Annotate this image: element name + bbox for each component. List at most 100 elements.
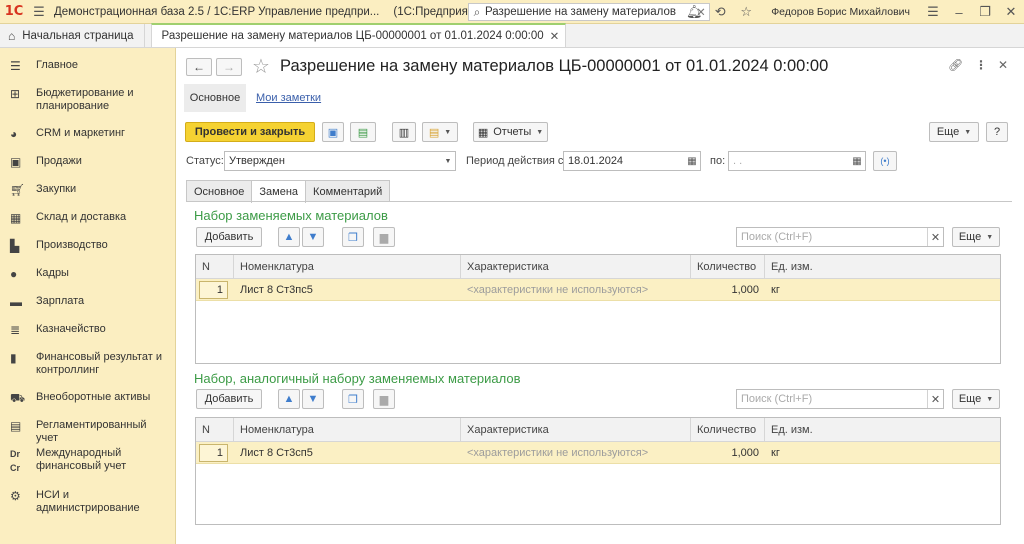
favorite-star-icon[interactable]: ☆ <box>252 54 270 79</box>
unit-cell[interactable]: кг <box>765 442 1000 463</box>
treasury-icon: ≣ <box>10 323 21 337</box>
column-header[interactable]: Номенклатура <box>234 255 461 278</box>
column-header[interactable]: Характеристика <box>461 418 691 441</box>
sidebar-item-purchases[interactable]: 🛒︎ Закупки <box>0 183 82 197</box>
analog-materials-table: N Номенклатура Характеристика Количество… <box>195 417 1001 525</box>
settings-menu-icon[interactable]: ☰ <box>920 0 946 24</box>
close-form-icon[interactable]: ✕ <box>998 58 1008 72</box>
status-select[interactable]: Утвержден ▼ <box>224 151 456 171</box>
title-bar: 1С ☰ Демонстрационная база 2.5 / 1С:ERP … <box>0 0 1024 24</box>
sidebar-item-warehouse[interactable]: ▦ Склад и доставка <box>0 211 132 225</box>
delete-icon[interactable]: ▆ <box>373 227 395 247</box>
table-more-button[interactable]: Еще ▼ <box>952 389 1000 409</box>
move-up-icon[interactable]: ▲ <box>278 227 300 247</box>
help-button[interactable]: ? <box>986 122 1008 142</box>
quantity-cell[interactable]: 1,000 <box>691 279 765 300</box>
move-down-icon[interactable]: ▼ <box>302 389 324 409</box>
history-icon[interactable]: ⟲ <box>707 0 733 24</box>
tab-document[interactable]: Разрешение на замену материалов ЦБ-00000… <box>150 23 567 47</box>
tab-home[interactable]: ⌂ Начальная страница <box>0 24 145 47</box>
copy-icon[interactable]: ❐ <box>342 389 364 409</box>
nomenclature-cell[interactable]: Лист 8 Ст3пс5 <box>234 279 461 300</box>
add-button[interactable]: Добавить <box>196 227 262 247</box>
menu-icon[interactable]: ☰ <box>28 0 50 24</box>
characteristic-cell[interactable]: <характеристики не используются> <box>461 279 691 300</box>
forward-button[interactable]: → <box>216 58 242 76</box>
period-from-field[interactable]: 18.01.2024 ▦ <box>563 151 701 171</box>
add-button[interactable]: Добавить <box>196 389 262 409</box>
more-actions-icon[interactable]: ⋮ <box>975 58 987 72</box>
sidebar-item-budget[interactable]: ⊞ Бюджетирование и планирование <box>0 87 152 113</box>
table-row[interactable]: 1 Лист 8 Ст3пс5 <характеристики не испол… <box>196 279 1000 301</box>
post-and-close-button[interactable]: Провести и закрыть <box>185 122 315 142</box>
period-to-field[interactable]: . . ▦ <box>728 151 866 171</box>
sidebar-item-production[interactable]: ▙ Производство <box>0 239 114 253</box>
column-header[interactable]: N <box>196 418 234 441</box>
tab-home-label: Начальная страница <box>22 29 134 42</box>
calendar-icon[interactable]: ▦ <box>684 156 700 167</box>
tab-comment[interactable]: Комментарий <box>305 180 391 202</box>
table-search-input[interactable]: Поиск (Ctrl+F) ✕ <box>736 227 944 247</box>
sidebar-item-ifrs[interactable]: Dr Cr Международный финансовый учет <box>0 447 152 475</box>
table-search-input[interactable]: Поиск (Ctrl+F) ✕ <box>736 389 944 409</box>
copy-icon[interactable]: ❐ <box>342 227 364 247</box>
column-header[interactable]: Количество <box>691 418 765 441</box>
sidebar-item-crm[interactable]: ◕ CRM и маркетинг <box>0 127 131 141</box>
sidebar-item-main[interactable]: ☰ Главное <box>0 59 84 73</box>
save-icon[interactable]: ▣ <box>322 122 344 142</box>
user-name[interactable]: Федоров Борис Михайлович <box>759 6 920 18</box>
column-header[interactable]: Ед. изм. <box>765 418 1000 441</box>
period-settings-icon[interactable]: (•) <box>873 151 897 171</box>
restore-icon[interactable]: ❐ <box>972 0 998 24</box>
move-up-icon[interactable]: ▲ <box>278 389 300 409</box>
column-header[interactable]: Ед. изм. <box>765 255 1000 278</box>
nomenclature-cell[interactable]: Лист 8 Ст3сп5 <box>234 442 461 463</box>
print-icon[interactable]: ▤ ▼ <box>422 122 458 142</box>
table-header: N Номенклатура Характеристика Количество… <box>196 255 1000 279</box>
document-icon[interactable]: ▥ <box>392 122 416 142</box>
close-tab-icon[interactable]: ✕ <box>550 29 560 43</box>
characteristic-cell[interactable]: <характеристики не используются> <box>461 442 691 463</box>
tab-replacement[interactable]: Замена <box>251 180 307 203</box>
sidebar-item-finresult[interactable]: ▮ Финансовый результат и контроллинг <box>0 351 172 377</box>
back-button[interactable]: ← <box>186 58 212 76</box>
sidebar-item-hr[interactable]: ● Кадры <box>0 267 75 281</box>
budget-icon: ⊞ <box>10 87 21 101</box>
column-header[interactable]: N <box>196 255 234 278</box>
quantity-cell[interactable]: 1,000 <box>691 442 765 463</box>
chevron-down-icon: ▼ <box>444 157 452 165</box>
more-button[interactable]: Еще ▼ <box>929 122 979 142</box>
clear-icon[interactable]: ✕ <box>927 228 943 246</box>
tab-main[interactable]: Основное <box>184 84 246 112</box>
reports-button[interactable]: ▦ Отчеты ▼ <box>473 122 548 142</box>
minimize-icon[interactable]: – <box>946 0 972 24</box>
reports-icon: ▦ <box>477 126 489 139</box>
settings-icon: ⚙ <box>10 489 21 503</box>
link-icon[interactable]: 🔗︎ <box>948 58 963 72</box>
tab-main-inner[interactable]: Основное <box>186 180 253 202</box>
calendar-icon[interactable]: ▦ <box>849 156 865 167</box>
sidebar-item-assets[interactable]: ⛟ Внеоборотные активы <box>0 391 156 405</box>
favorites-icon[interactable]: ☆ <box>733 0 759 24</box>
report-icon: ▤ <box>10 419 22 433</box>
sidebar-item-sales[interactable]: ▣ Продажи <box>0 155 88 169</box>
sidebar-item-treasury[interactable]: ≣ Казначейство <box>0 323 112 337</box>
bell-icon[interactable]: 🔔︎ <box>681 0 707 24</box>
global-search-input[interactable]: ⌕ Разрешение на замену материалов ✕ <box>468 3 710 21</box>
tab-my-notes[interactable]: Мои заметки <box>256 92 321 104</box>
column-header[interactable]: Номенклатура <box>234 418 461 441</box>
close-window-icon[interactable]: ✕ <box>998 0 1024 24</box>
sidebar-item-admin[interactable]: ⚙ НСИ и администрирование <box>0 489 152 515</box>
move-down-icon[interactable]: ▼ <box>302 227 324 247</box>
unit-cell[interactable]: кг <box>765 279 1000 300</box>
menu-icon: ☰ <box>10 59 21 73</box>
sidebar-item-salary[interactable]: ▬ Зарплата <box>0 295 90 309</box>
clear-icon[interactable]: ✕ <box>927 390 943 408</box>
column-header[interactable]: Количество <box>691 255 765 278</box>
delete-icon[interactable]: ▆ <box>373 389 395 409</box>
sidebar-item-regulated[interactable]: ▤ Регламентированный учет <box>0 419 175 445</box>
column-header[interactable]: Характеристика <box>461 255 691 278</box>
post-icon[interactable]: ▤ <box>350 122 376 142</box>
table-row[interactable]: 1 Лист 8 Ст3сп5 <характеристики не испол… <box>196 442 1000 464</box>
table-more-button[interactable]: Еще ▼ <box>952 227 1000 247</box>
